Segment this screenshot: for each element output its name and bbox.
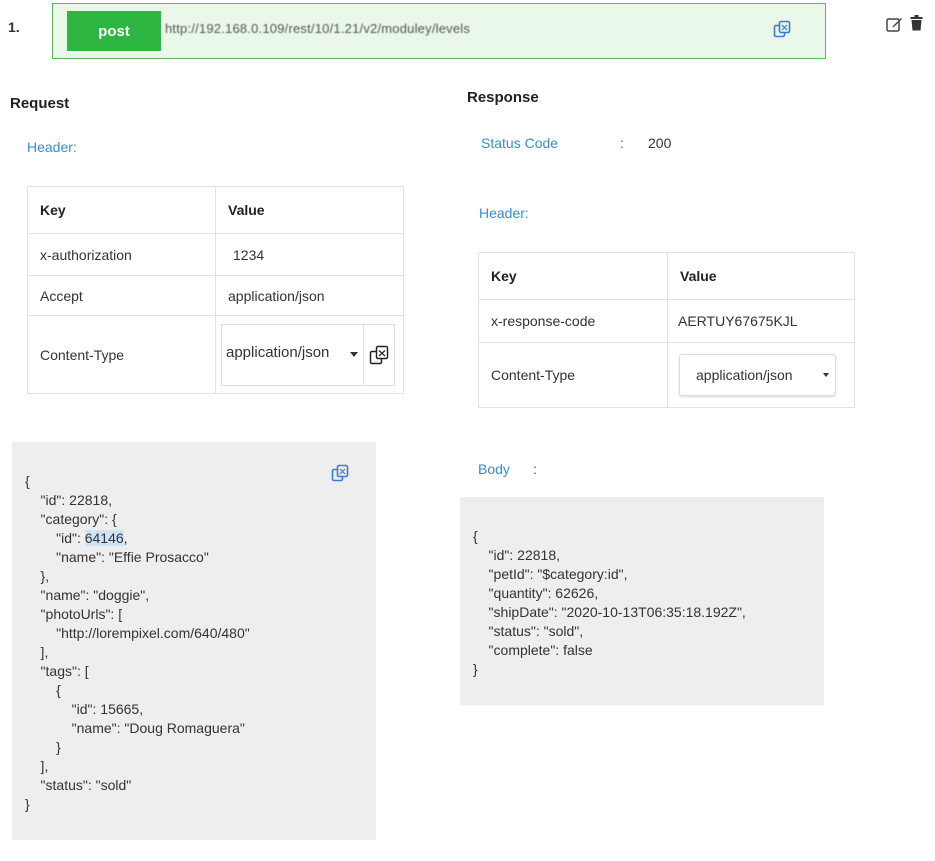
content-type-select-value: application/json [696,367,793,383]
value-column-header: Value [667,252,855,300]
table-row: Accept application/json [27,275,404,316]
copy-icon[interactable] [773,20,791,43]
response-header-table: Key Value x-response-code AERTUY67675KJL… [478,252,855,408]
header-value: 1234 [215,233,404,276]
body-label: Body [478,461,510,477]
content-type-select[interactable]: application/json [221,323,363,386]
table-row: x-response-code AERTUY67675KJL [478,299,855,343]
trash-icon[interactable] [910,15,923,36]
header-value: AERTUY67675KJL [667,299,855,343]
header-key: x-response-code [478,299,668,343]
header-key: x-authorization [27,233,216,276]
status-code-separator: : [620,135,624,151]
header-value: application/json [215,275,404,316]
selected-text: 64146 [84,530,124,546]
response-body-json[interactable]: { "id": 22818, "petId": "$category:id", … [473,527,746,679]
header-key: Content-Type [478,342,668,408]
header-key: Accept [27,275,216,316]
request-body-json[interactable]: { "id": 22818, "category": { "id": 64146… [25,472,250,814]
copy-icon[interactable] [363,323,395,386]
key-column-header: Key [478,252,668,300]
value-column-header: Value [215,186,404,234]
table-row: x-authorization 1234 [27,233,404,276]
caret-down-icon [823,373,829,377]
response-body: { "id": 22818, "petId": "$category:id", … [460,497,824,705]
response-title: Response [467,89,539,106]
caret-down-icon [350,352,358,357]
endpoint-bar: post http://192.168.0.109/rest/10/1.21/v… [52,3,826,59]
body-separator: : [533,461,537,477]
edit-icon[interactable] [886,16,903,38]
status-code-value: 200 [648,135,672,151]
request-header-label: Header: [27,139,77,155]
step-number: 1. [8,19,20,35]
request-title: Request [10,95,70,112]
table-row: Content-Type application/json [27,315,404,394]
key-column-header: Key [27,186,216,234]
request-header-table: Key Value x-authorization 1234 Accept ap… [27,186,404,394]
copy-icon[interactable] [331,464,349,486]
response-header-label: Header: [479,205,529,221]
endpoint-url[interactable]: http://192.168.0.109/rest/10/1.21/v2/mod… [165,21,470,36]
content-type-select[interactable]: application/json [679,354,836,396]
request-body: { "id": 22818, "category": { "id": 64146… [12,442,376,840]
content-type-select-value: application/json [226,344,330,361]
header-key: Content-Type [27,315,216,394]
method-button[interactable]: post [67,11,161,51]
table-row: Content-Type application/json [478,342,855,408]
status-code-label: Status Code [481,135,559,151]
